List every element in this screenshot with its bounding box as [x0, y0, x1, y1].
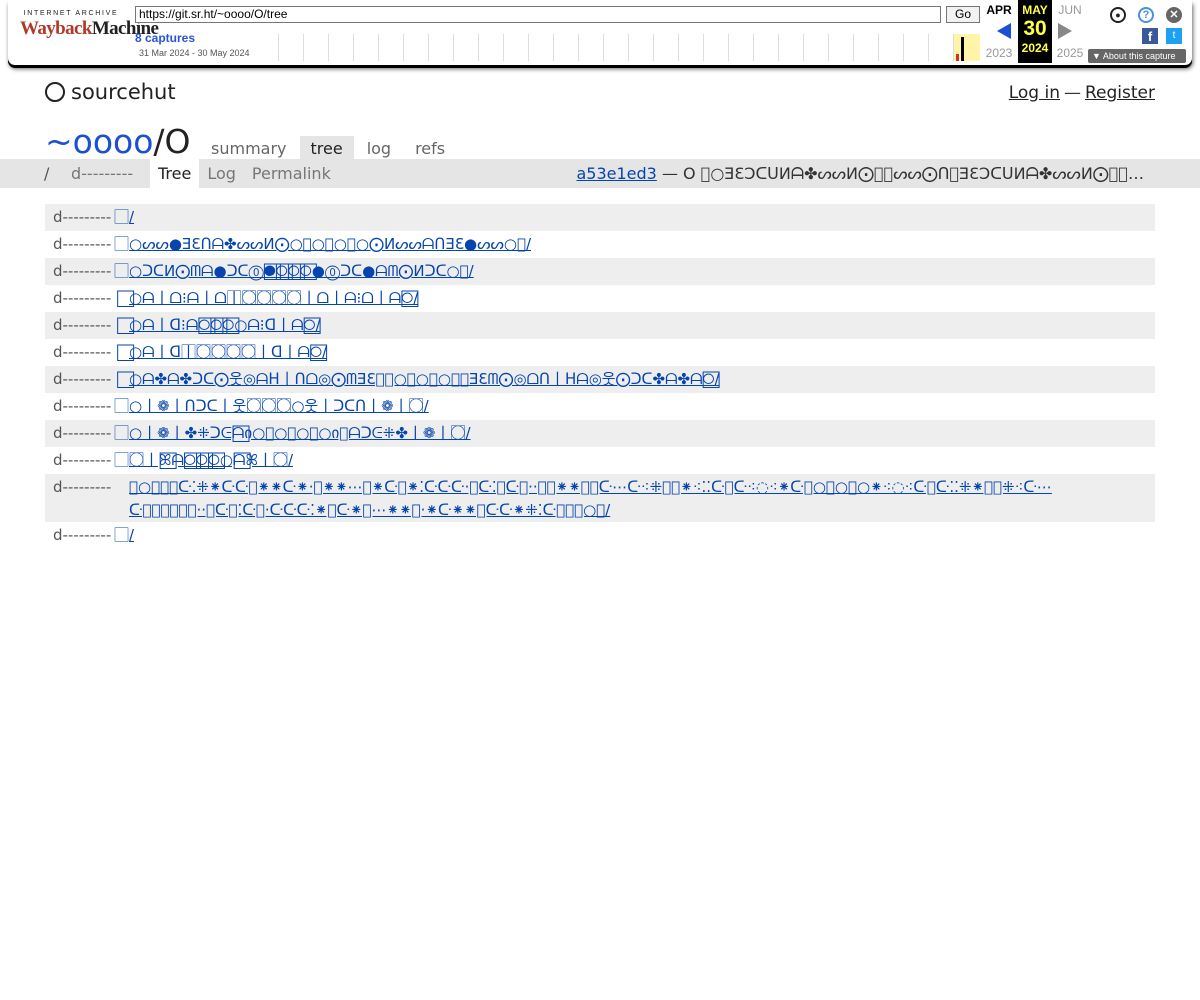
file-mode: d--------- [53, 289, 112, 307]
table-row: d---------⃞○ᑐᑕИ⨀ᗰᗩ●ᑐᑕ⓪●⃞○⃞○⃞○⃞●⓪ᑐᑕ●ᗩᗰ⨀Иᑐ… [45, 258, 1155, 285]
table-row: d---------⃞○丨❁丨✤⁜ᑐᕮᗩ⃞ი○⃞○⃞○⃞○ი⃞ᗩᑐᕮ⁜✤丨❁丨○… [45, 420, 1155, 447]
wayback-current-month: MAY [1022, 3, 1048, 17]
sparkline-bar [956, 54, 959, 61]
caret-down-icon: ▼ [1092, 51, 1103, 61]
wayback-url-input[interactable]: https://git.sr.ht/~oooo/O/tree [135, 6, 941, 23]
wayback-logo-wayback: Wayback [20, 18, 92, 39]
table-row: d---------⃞○ᗩ✤ᗩ✤ᑐᑕ⨀웃◎ᗩᕼ丨ᑎᗝ◎⨀ᗰƎƐ⃞⃞○⃞○⃞○⃞⃞… [45, 366, 1155, 393]
repo-owner-link[interactable]: ~oooo [45, 122, 153, 161]
auth-separator: — [1064, 83, 1081, 103]
file-mode: d--------- [53, 316, 112, 334]
table-row: d---------⃞/ [45, 204, 1155, 231]
table-row: d---------⃞○ᗩ丨ᗝ⁝ᗩ丨ᗝ丨⃞○⃞○⃞○⃞○⃞丨ᗝ丨ᗩ⁝ᗝ丨ᗩ○⃞/ [45, 285, 1155, 312]
tree-entry-link[interactable]: ⃞○ᗩ丨ᗝ⁝ᗩ丨ᗝ丨⃞○⃞○⃞○⃞○⃞丨ᗝ丨ᗩ⁝ᗝ丨ᗩ○⃞/ [129, 289, 418, 307]
commit-message: — O ⃞○ƎƐƆᑕᑌИᗩ✤ᔕᔕИ⨀⃞⃞ᔕᔕ⨀ᑎ⃞ƎƐƆᑕᑌИᗩ✤ᔕᔕИ⨀⃞⃞… [661, 164, 1144, 183]
wayback-next-month: JUN [1058, 3, 1082, 17]
twitter-icon[interactable]: t [1166, 28, 1182, 44]
breadcrumb: / [44, 164, 50, 183]
file-mode: d--------- [53, 451, 112, 469]
wayback-current-day: 30 [1023, 17, 1047, 40]
latest-commit: a53e1ed3 — O ⃞○ƎƐƆᑕᑌИᗩ✤ᔕᔕИ⨀⃞⃞ᔕᔕ⨀ᑎ⃞ƎƐƆᑕᑌИ… [576, 164, 1144, 184]
wayback-prev-month[interactable]: APR [983, 3, 1015, 17]
wayback-current-date: MAY 30 2024 [1018, 0, 1052, 63]
subnav-tabs: Tree Log Permalink [150, 159, 339, 188]
tree-entry-link[interactable]: ⃞○⃞⃞⃞ᑢ⁚⁜⁕ᑢᑢ⃞⁕⁕ᑢ⁕·⃞⁕⁕⋯⃞⁕ᑢ⃞⁕⁚ᑢᑢᑢ·⃞ᑢ⁚⃞ᑢ⃞··⃞… [129, 478, 1052, 519]
sourcehut-logo-icon [45, 82, 65, 102]
table-row: d---------⃞/ [45, 522, 1155, 549]
commit-hash-link[interactable]: a53e1ed3 [576, 164, 656, 183]
brand-name: sourcehut [71, 80, 176, 104]
wayback-sparkline[interactable] [254, 34, 980, 61]
wayback-prev-year[interactable]: 2023 [983, 46, 1015, 60]
wayback-captures-link[interactable]: 8 captures [135, 31, 195, 45]
wayback-logo-top: INTERNET ARCHIVE [23, 10, 119, 17]
table-row: d---------⃞○ᗩ丨ᗡ丨⃞○⃞○⃞○⃞○⃞丨ᗡ丨ᗩ○⃞/ [45, 339, 1155, 366]
wayback-toolbar: INTERNET ARCHIVE WaybackMachine https://… [8, 0, 1192, 65]
tree-entry-link[interactable]: ⃞○ᑐᑕИ⨀ᗰᗩ●ᑐᑕ⓪●⃞○⃞○⃞○⃞●⓪ᑐᑕ●ᗩᗰ⨀Иᑐᑕ○⃞/ [129, 262, 474, 280]
tree-entry-link[interactable]: ⃞○丨❁丨ᑎᑐᑕ丨웃○⃞○⃞○⃞○웃丨ᑐᑕᑎ丨❁丨○⃞/ [129, 397, 429, 415]
tree-entry-link[interactable]: ⃞○⃞丨ꕤ⃞ᗩ○⃞○⃞○⃞○ᗩ⃞ꕤ丨○⃞/ [129, 451, 293, 469]
wayback-logo[interactable]: INTERNET ARCHIVE WaybackMachine [20, 10, 159, 50]
close-icon[interactable]: ✕ [1166, 7, 1182, 23]
repo-name: O [164, 122, 191, 161]
tree-entry-link[interactable]: ⃞○ᗩ✤ᗩ✤ᑐᑕ⨀웃◎ᗩᕼ丨ᑎᗝ◎⨀ᗰƎƐ⃞⃞○⃞○⃞○⃞⃞ƎƐᗰ⨀◎ᗝᑎ丨ᕼᗩ… [129, 370, 720, 388]
wayback-current-year: 2024 [1021, 41, 1049, 55]
about-capture-label: About this capture [1102, 51, 1176, 61]
wayback-next-arrow-icon [1058, 23, 1072, 39]
subtab-tree[interactable]: Tree [150, 159, 200, 188]
file-mode: d--------- [53, 262, 112, 280]
table-row: d---------⃞○⃞⃞⃞ᑢ⁚⁜⁕ᑢᑢ⃞⁕⁕ᑢ⁕·⃞⁕⁕⋯⃞⁕ᑢ⃞⁕⁚ᑢᑢᑢ… [45, 474, 1155, 522]
tree-entry-link[interactable]: ⃞○ᔕᔕ●ƎƐᑎᗩ✤ᔕᔕИ⨀○⃞○⃞○⃞○⨀ИᔕᔕᗩᑎƎƐ●ᔕᔕ○⃞/ [129, 235, 531, 253]
table-row: d---------⃞○⃞丨ꕤ⃞ᗩ○⃞○⃞○⃞○ᗩ⃞ꕤ丨○⃞/ [45, 447, 1155, 474]
about-capture-button[interactable]: ▼ About this capture [1088, 49, 1186, 63]
login-link[interactable]: Log in [1009, 83, 1060, 103]
subtab-log[interactable]: Log [199, 159, 244, 188]
facebook-icon[interactable]: f [1142, 28, 1158, 44]
subtab-permalink[interactable]: Permalink [244, 159, 339, 188]
brand-link[interactable]: sourcehut [45, 80, 176, 104]
register-link[interactable]: Register [1085, 83, 1155, 103]
tree-entry-link[interactable]: ⃞/ [129, 526, 134, 544]
auth-links: Log in — Register [1009, 83, 1155, 103]
wayback-logo-text: WaybackMachine [20, 18, 159, 40]
file-mode: d--------- [53, 370, 112, 388]
wayback-date-range: 31 Mar 2024 - 30 May 2024 [139, 48, 250, 58]
file-mode: d--------- [53, 478, 112, 496]
tree-subnav: / d--------- Tree Log Permalink a53e1ed3 —… [0, 159, 1200, 188]
tree-entry-link[interactable]: ⃞○ᗩ丨ᗡ丨⃞○⃞○⃞○⃞○⃞丨ᗡ丨ᗩ○⃞/ [129, 343, 327, 361]
wayback-next-year: 2025 [1056, 46, 1084, 60]
help-icon[interactable]: ? [1138, 7, 1154, 23]
file-mode: d--------- [53, 424, 112, 442]
file-mode: d--------- [53, 343, 112, 361]
sparkline-current-bar [961, 37, 964, 61]
file-mode: d--------- [53, 208, 112, 226]
wayback-go-button[interactable]: Go [946, 6, 980, 23]
subnav-mode: d--------- [71, 164, 134, 183]
file-mode: d--------- [53, 235, 112, 253]
user-icon[interactable]: ● [1110, 7, 1126, 23]
table-row: d---------⃞○ᗩ丨ᗡ⁝ᗩ○⃞○⃞○⃞○ᗩ⁝ᗡ丨ᗩ○⃞/ [45, 312, 1155, 339]
tree-listing: d---------⃞/ d---------⃞○ᔕᔕ●ƎƐᑎᗩ✤ᔕᔕИ⨀○⃞○… [45, 204, 1155, 549]
repo-separator: / [153, 122, 165, 161]
file-mode: d--------- [53, 526, 112, 544]
tree-entry-link[interactable]: ⃞/ [129, 208, 134, 226]
table-row: d---------⃞○丨❁丨ᑎᑐᑕ丨웃○⃞○⃞○⃞○웃丨ᑐᑕᑎ丨❁丨○⃞/ [45, 393, 1155, 420]
repo-header: ~oooo/O [45, 122, 191, 162]
tree-entry-link[interactable]: ⃞○ᗩ丨ᗡ⁝ᗩ○⃞○⃞○⃞○ᗩ⁝ᗡ丨ᗩ○⃞/ [129, 316, 321, 334]
wayback-prev-arrow-icon[interactable] [997, 23, 1011, 39]
file-mode: d--------- [53, 397, 112, 415]
tree-entry-link[interactable]: ⃞○丨❁丨✤⁜ᑐᕮᗩ⃞ი○⃞○⃞○⃞○ი⃞ᗩᑐᕮ⁜✤丨❁丨○⃞/ [129, 424, 471, 442]
table-row: d---------⃞○ᔕᔕ●ƎƐᑎᗩ✤ᔕᔕИ⨀○⃞○⃞○⃞○⨀ИᔕᔕᗩᑎƎƐ●… [45, 231, 1155, 258]
site-topbar: sourcehut Log in — Register [45, 80, 1155, 110]
